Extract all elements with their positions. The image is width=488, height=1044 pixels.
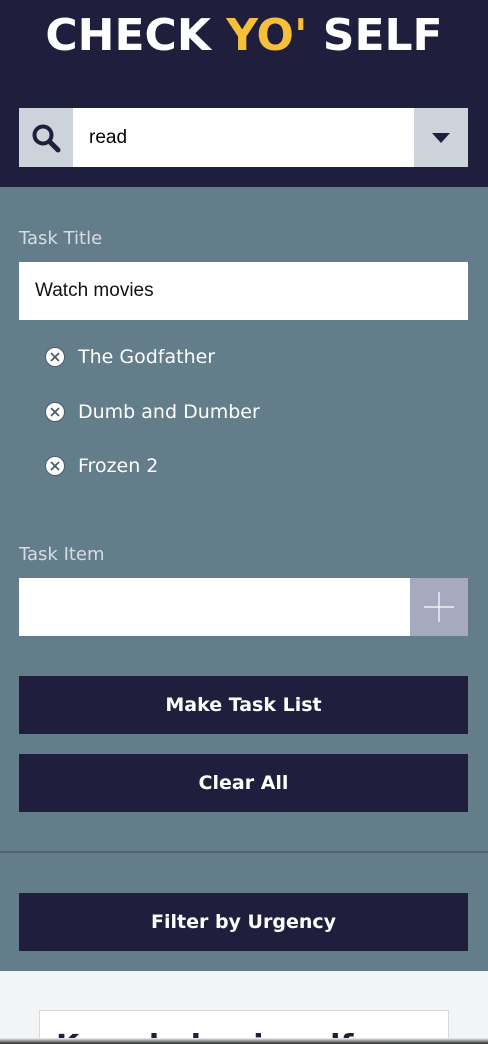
task-list-item-label: Frozen 2	[78, 455, 159, 477]
task-item-input[interactable]	[19, 578, 410, 636]
plus-icon	[424, 592, 454, 622]
app-header: CHECK YO' SELF	[0, 0, 488, 187]
magnifying-glass-icon	[32, 124, 61, 152]
logo-text-self: SELF	[307, 10, 443, 61]
search-bar	[19, 108, 468, 167]
logo-text-yo: YO'	[226, 10, 308, 61]
search-button[interactable]	[19, 108, 73, 167]
task-title-label: Task Title	[19, 228, 103, 249]
task-item-input-group	[19, 578, 468, 636]
task-list-item: Frozen 2	[45, 452, 158, 480]
bottom-edge	[0, 1038, 488, 1044]
caret-down-icon	[432, 132, 450, 143]
add-task-item-button[interactable]	[410, 578, 468, 636]
task-title-input[interactable]	[19, 262, 468, 320]
clear-all-button[interactable]: Clear All	[19, 754, 468, 812]
remove-circle-icon[interactable]	[45, 456, 65, 476]
task-list-item-label: The Godfather	[78, 346, 216, 368]
app-logo: CHECK YO' SELF	[0, 10, 488, 61]
task-list-item: The Godfather	[45, 343, 215, 371]
task-list-item-label: Dumb and Dumber	[78, 401, 260, 423]
remove-circle-icon[interactable]	[45, 402, 65, 422]
remove-circle-icon[interactable]	[45, 347, 65, 367]
task-form-panel: Task Title The Godfather Dumb and Dumber…	[0, 187, 488, 852]
make-task-list-button[interactable]: Make Task List	[19, 676, 468, 734]
logo-text-check: CHECK	[45, 10, 227, 61]
filter-by-urgency-button[interactable]: Filter by Urgency	[19, 893, 468, 951]
task-list-item: Dumb and Dumber	[45, 398, 260, 426]
search-input[interactable]	[73, 108, 414, 167]
task-item-label: Task Item	[19, 544, 105, 565]
search-filter-dropdown-button[interactable]	[414, 108, 468, 167]
